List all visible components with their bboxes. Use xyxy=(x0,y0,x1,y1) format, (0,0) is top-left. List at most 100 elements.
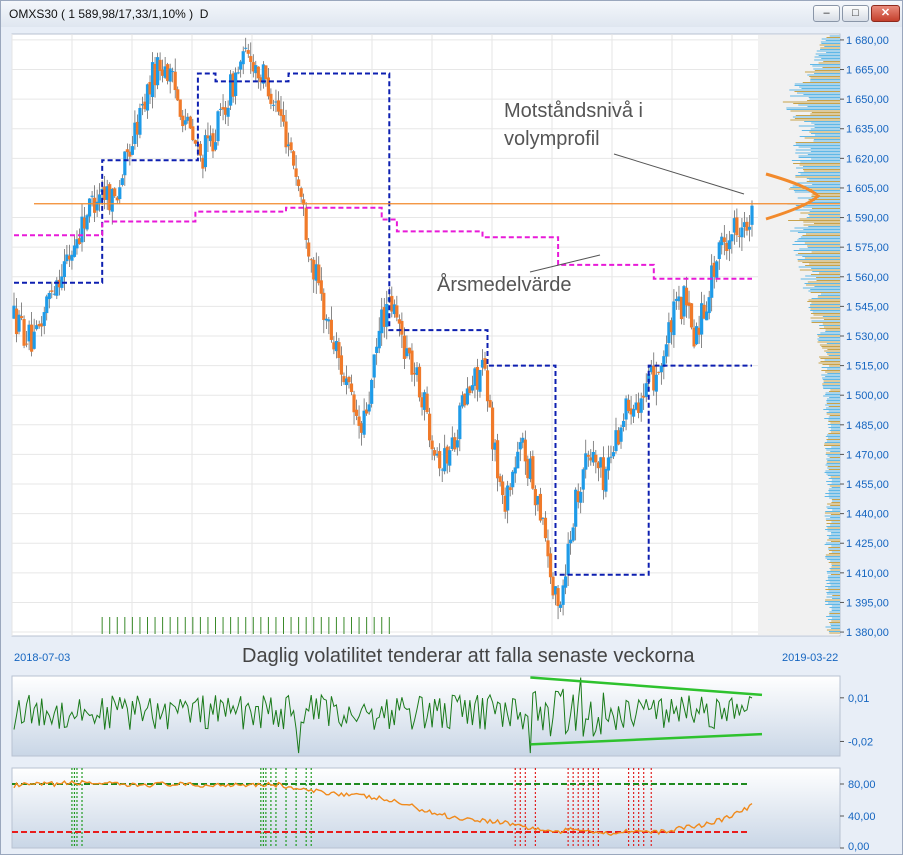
candle-up xyxy=(98,194,102,203)
volatility-annotation: Daglig volatilitet tenderar att falla se… xyxy=(242,645,695,667)
candle-up xyxy=(385,304,389,327)
candle-down xyxy=(113,188,117,197)
candle-down xyxy=(319,280,323,294)
candle-up xyxy=(448,450,452,466)
candle-down xyxy=(508,487,512,491)
candle-down xyxy=(158,59,162,71)
candle-down xyxy=(410,350,414,375)
y-tick-label: 1 635,00 xyxy=(846,124,889,136)
y-tick-label: 1 620,00 xyxy=(846,153,889,165)
candle-down xyxy=(176,89,180,101)
candle-up xyxy=(234,72,238,96)
candle-down xyxy=(586,454,590,457)
candle-up xyxy=(271,104,276,106)
candle-down xyxy=(246,50,250,54)
candle-up xyxy=(470,385,475,391)
candle-down xyxy=(304,207,308,240)
candle-down xyxy=(498,476,502,483)
candle-down xyxy=(395,305,399,318)
candle-up xyxy=(168,68,172,82)
rsi-panel xyxy=(11,767,841,849)
candle-up xyxy=(604,468,608,492)
candle-up xyxy=(138,107,142,135)
candle-down xyxy=(299,188,303,197)
candle-down xyxy=(198,143,202,156)
y-tick-label: 1 440,00 xyxy=(846,509,889,521)
candle-up xyxy=(241,51,245,65)
candle-down xyxy=(543,517,548,539)
y-tick-label: 1 605,00 xyxy=(846,183,889,195)
candle-down xyxy=(538,493,543,521)
y-tick-label: 80,00 xyxy=(848,779,876,791)
candle-down xyxy=(438,451,442,469)
candle-down xyxy=(322,292,326,320)
candle-up xyxy=(611,452,616,457)
resistance-annotation: Motståndsnivå i volymprofil xyxy=(504,100,643,150)
candle-down xyxy=(548,553,553,578)
chart-canvas: 1 680,00 1 665,00 1 650,00 1 635,00 1 620,00… xyxy=(11,33,902,853)
candle-down xyxy=(485,370,490,402)
candle-down xyxy=(594,454,598,463)
y-tick-label: 1 590,00 xyxy=(846,213,889,225)
candle-up xyxy=(478,370,482,392)
candle-down xyxy=(349,383,354,393)
candle-down xyxy=(249,56,253,62)
candle-down xyxy=(284,121,288,148)
y-tick-label: 1 485,00 xyxy=(846,420,889,432)
candle-down xyxy=(24,343,29,345)
y-tick-label: 1 650,00 xyxy=(846,94,889,106)
candle-up xyxy=(750,205,754,225)
candle-up xyxy=(566,543,570,576)
candle-up xyxy=(747,226,752,230)
candle-up xyxy=(606,457,611,471)
candle-up xyxy=(707,297,711,314)
candle-up xyxy=(130,146,134,155)
candle-down xyxy=(269,93,273,104)
candle-down xyxy=(279,109,283,116)
candle-down xyxy=(400,320,404,335)
candle-up xyxy=(727,240,731,250)
candle-down xyxy=(531,456,535,489)
candle-up xyxy=(123,151,127,176)
candle-down xyxy=(178,99,182,117)
candle-down xyxy=(417,366,422,398)
candle-up xyxy=(372,354,376,378)
candle-down xyxy=(266,77,270,97)
candle-down xyxy=(173,71,177,91)
candle-up xyxy=(564,576,568,588)
candle-up xyxy=(370,379,374,404)
candle-up xyxy=(32,331,36,349)
candle-up xyxy=(183,120,187,125)
candle-down xyxy=(347,376,351,383)
candle-down xyxy=(496,440,500,479)
candle-up xyxy=(42,312,46,326)
candle-up xyxy=(632,409,636,417)
candle-up xyxy=(740,227,744,238)
candle-up xyxy=(619,427,623,442)
candle-up xyxy=(511,471,515,488)
candle-up xyxy=(581,469,585,490)
candle-up xyxy=(85,215,89,230)
candle-up xyxy=(244,47,248,49)
candle-down xyxy=(281,114,286,122)
candle-up xyxy=(62,261,66,278)
candle-up xyxy=(561,585,565,605)
candle-down xyxy=(291,151,296,166)
candle-down xyxy=(193,140,197,144)
candle-down xyxy=(294,168,298,177)
candle-up xyxy=(558,604,563,608)
x-tick-label-end: 2019-03-22 xyxy=(782,652,839,664)
x-tick-label-start: 2018-07-03 xyxy=(14,652,71,664)
candle-up xyxy=(216,111,220,142)
candle-down xyxy=(488,400,492,408)
candle-down xyxy=(297,179,301,187)
y-tick-label: 1 515,00 xyxy=(846,361,889,373)
candle-down xyxy=(22,319,26,346)
candle-down xyxy=(329,319,333,340)
candle-up xyxy=(236,72,240,74)
y-tick-label: 1 395,00 xyxy=(846,597,889,609)
y-tick-label: 40,00 xyxy=(848,811,876,823)
candle-down xyxy=(501,481,505,496)
candle-up xyxy=(47,292,51,300)
candle-up xyxy=(516,451,520,469)
